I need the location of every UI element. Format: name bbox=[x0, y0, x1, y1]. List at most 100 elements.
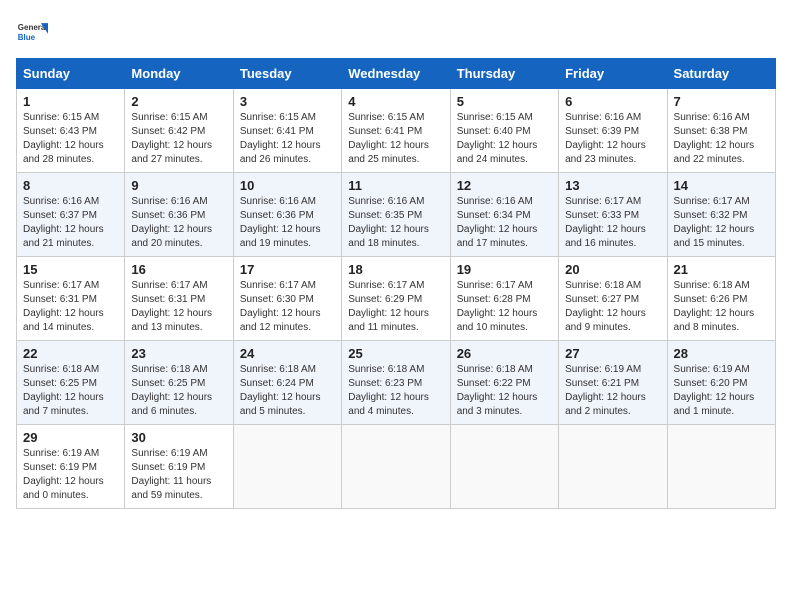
calendar-cell: 3 Sunrise: 6:15 AM Sunset: 6:41 PM Daylig… bbox=[233, 89, 341, 173]
day-info: Sunrise: 6:16 AM Sunset: 6:36 PM Dayligh… bbox=[131, 195, 226, 251]
calendar-cell: 20 Sunrise: 6:18 AM Sunset: 6:27 PM Dayli… bbox=[559, 257, 667, 341]
calendar-cell: 29 Sunrise: 6:19 AM Sunset: 6:19 PM Dayli… bbox=[17, 425, 125, 509]
calendar-week-row: 22 Sunrise: 6:18 AM Sunset: 6:25 PM Dayli… bbox=[17, 341, 776, 425]
column-header-wednesday: Wednesday bbox=[342, 59, 450, 89]
calendar-week-row: 1 Sunrise: 6:15 AM Sunset: 6:43 PM Daylig… bbox=[17, 89, 776, 173]
calendar-cell: 8 Sunrise: 6:16 AM Sunset: 6:37 PM Daylig… bbox=[17, 173, 125, 257]
day-number: 9 bbox=[131, 178, 226, 193]
calendar-cell: 16 Sunrise: 6:17 AM Sunset: 6:31 PM Dayli… bbox=[125, 257, 233, 341]
day-number: 29 bbox=[23, 430, 118, 445]
day-number: 5 bbox=[457, 94, 552, 109]
calendar-cell bbox=[342, 425, 450, 509]
day-number: 1 bbox=[23, 94, 118, 109]
day-number: 18 bbox=[348, 262, 443, 277]
day-info: Sunrise: 6:19 AM Sunset: 6:19 PM Dayligh… bbox=[23, 447, 118, 503]
day-info: Sunrise: 6:17 AM Sunset: 6:29 PM Dayligh… bbox=[348, 279, 443, 335]
calendar-cell: 5 Sunrise: 6:15 AM Sunset: 6:40 PM Daylig… bbox=[450, 89, 558, 173]
column-header-monday: Monday bbox=[125, 59, 233, 89]
day-info: Sunrise: 6:18 AM Sunset: 6:27 PM Dayligh… bbox=[565, 279, 660, 335]
day-info: Sunrise: 6:19 AM Sunset: 6:19 PM Dayligh… bbox=[131, 447, 226, 503]
calendar-week-row: 15 Sunrise: 6:17 AM Sunset: 6:31 PM Dayli… bbox=[17, 257, 776, 341]
day-number: 16 bbox=[131, 262, 226, 277]
day-number: 13 bbox=[565, 178, 660, 193]
day-number: 30 bbox=[131, 430, 226, 445]
day-number: 15 bbox=[23, 262, 118, 277]
svg-text:Blue: Blue bbox=[18, 33, 36, 42]
calendar-cell: 14 Sunrise: 6:17 AM Sunset: 6:32 PM Dayli… bbox=[667, 173, 775, 257]
calendar-cell: 28 Sunrise: 6:19 AM Sunset: 6:20 PM Dayli… bbox=[667, 341, 775, 425]
day-info: Sunrise: 6:17 AM Sunset: 6:28 PM Dayligh… bbox=[457, 279, 552, 335]
day-number: 28 bbox=[674, 346, 769, 361]
calendar-cell: 4Sunrise: 6:15 AM Sunset: 6:41 PM Daylig… bbox=[342, 89, 450, 173]
calendar-cell: 6 Sunrise: 6:16 AM Sunset: 6:39 PM Daylig… bbox=[559, 89, 667, 173]
day-info: Sunrise: 6:16 AM Sunset: 6:35 PM Dayligh… bbox=[348, 195, 443, 251]
day-info: Sunrise: 6:16 AM Sunset: 6:38 PM Dayligh… bbox=[674, 111, 769, 167]
day-number: 22 bbox=[23, 346, 118, 361]
calendar-cell: 22Sunrise: 6:18 AM Sunset: 6:25 PM Dayli… bbox=[17, 341, 125, 425]
day-number: 25 bbox=[348, 346, 443, 361]
calendar-cell: 21 Sunrise: 6:18 AM Sunset: 6:26 PM Dayli… bbox=[667, 257, 775, 341]
day-info: Sunrise: 6:19 AM Sunset: 6:21 PM Dayligh… bbox=[565, 363, 660, 419]
calendar-cell: 2Sunrise: 6:15 AM Sunset: 6:42 PM Daylig… bbox=[125, 89, 233, 173]
column-header-tuesday: Tuesday bbox=[233, 59, 341, 89]
day-number: 3 bbox=[240, 94, 335, 109]
day-info: Sunrise: 6:15 AM Sunset: 6:40 PM Dayligh… bbox=[457, 111, 552, 167]
day-info: Sunrise: 6:18 AM Sunset: 6:26 PM Dayligh… bbox=[674, 279, 769, 335]
day-number: 12 bbox=[457, 178, 552, 193]
logo-icon: General Blue bbox=[16, 16, 48, 48]
day-info: Sunrise: 6:15 AM Sunset: 6:42 PM Dayligh… bbox=[131, 111, 226, 167]
day-info: Sunrise: 6:17 AM Sunset: 6:33 PM Dayligh… bbox=[565, 195, 660, 251]
column-header-saturday: Saturday bbox=[667, 59, 775, 89]
day-info: Sunrise: 6:16 AM Sunset: 6:39 PM Dayligh… bbox=[565, 111, 660, 167]
day-info: Sunrise: 6:18 AM Sunset: 6:23 PM Dayligh… bbox=[348, 363, 443, 419]
day-number: 8 bbox=[23, 178, 118, 193]
calendar-cell: 18 Sunrise: 6:17 AM Sunset: 6:29 PM Dayli… bbox=[342, 257, 450, 341]
calendar-table: SundayMondayTuesdayWednesdayThursdayFrid… bbox=[16, 58, 776, 509]
calendar-cell: 12 Sunrise: 6:16 AM Sunset: 6:34 PM Dayli… bbox=[450, 173, 558, 257]
day-number: 14 bbox=[674, 178, 769, 193]
logo: General Blue bbox=[16, 16, 52, 48]
day-info: Sunrise: 6:17 AM Sunset: 6:32 PM Dayligh… bbox=[674, 195, 769, 251]
column-header-sunday: Sunday bbox=[17, 59, 125, 89]
day-info: Sunrise: 6:17 AM Sunset: 6:30 PM Dayligh… bbox=[240, 279, 335, 335]
day-info: Sunrise: 6:18 AM Sunset: 6:22 PM Dayligh… bbox=[457, 363, 552, 419]
calendar-cell: 15 Sunrise: 6:17 AM Sunset: 6:31 PM Dayli… bbox=[17, 257, 125, 341]
day-number: 17 bbox=[240, 262, 335, 277]
calendar-cell bbox=[667, 425, 775, 509]
day-number: 11 bbox=[348, 178, 443, 193]
column-header-thursday: Thursday bbox=[450, 59, 558, 89]
day-number: 27 bbox=[565, 346, 660, 361]
day-info: Sunrise: 6:16 AM Sunset: 6:37 PM Dayligh… bbox=[23, 195, 118, 251]
day-info: Sunrise: 6:18 AM Sunset: 6:24 PM Dayligh… bbox=[240, 363, 335, 419]
calendar-cell: 11 Sunrise: 6:16 AM Sunset: 6:35 PM Dayli… bbox=[342, 173, 450, 257]
calendar-cell: 10Sunrise: 6:16 AM Sunset: 6:36 PM Dayli… bbox=[233, 173, 341, 257]
day-info: Sunrise: 6:16 AM Sunset: 6:36 PM Dayligh… bbox=[240, 195, 335, 251]
day-number: 19 bbox=[457, 262, 552, 277]
calendar-cell: 26 Sunrise: 6:18 AM Sunset: 6:22 PM Dayli… bbox=[450, 341, 558, 425]
day-info: Sunrise: 6:16 AM Sunset: 6:34 PM Dayligh… bbox=[457, 195, 552, 251]
day-info: Sunrise: 6:19 AM Sunset: 6:20 PM Dayligh… bbox=[674, 363, 769, 419]
calendar-header-row: SundayMondayTuesdayWednesdayThursdayFrid… bbox=[17, 59, 776, 89]
day-number: 6 bbox=[565, 94, 660, 109]
calendar-cell: 17 Sunrise: 6:17 AM Sunset: 6:30 PM Dayli… bbox=[233, 257, 341, 341]
column-header-friday: Friday bbox=[559, 59, 667, 89]
page-header: General Blue bbox=[16, 16, 776, 48]
day-number: 26 bbox=[457, 346, 552, 361]
day-info: Sunrise: 6:17 AM Sunset: 6:31 PM Dayligh… bbox=[23, 279, 118, 335]
day-info: Sunrise: 6:15 AM Sunset: 6:41 PM Dayligh… bbox=[240, 111, 335, 167]
calendar-cell: 24Sunrise: 6:18 AM Sunset: 6:24 PM Dayli… bbox=[233, 341, 341, 425]
day-info: Sunrise: 6:15 AM Sunset: 6:41 PM Dayligh… bbox=[348, 111, 443, 167]
calendar-week-row: 8 Sunrise: 6:16 AM Sunset: 6:37 PM Daylig… bbox=[17, 173, 776, 257]
day-info: Sunrise: 6:18 AM Sunset: 6:25 PM Dayligh… bbox=[131, 363, 226, 419]
calendar-cell: 13 Sunrise: 6:17 AM Sunset: 6:33 PM Dayli… bbox=[559, 173, 667, 257]
day-info: Sunrise: 6:15 AM Sunset: 6:43 PM Dayligh… bbox=[23, 111, 118, 167]
calendar-cell bbox=[559, 425, 667, 509]
calendar-cell bbox=[233, 425, 341, 509]
calendar-cell: 7 Sunrise: 6:16 AM Sunset: 6:38 PM Daylig… bbox=[667, 89, 775, 173]
day-number: 20 bbox=[565, 262, 660, 277]
day-number: 23 bbox=[131, 346, 226, 361]
day-number: 7 bbox=[674, 94, 769, 109]
calendar-cell: 25 Sunrise: 6:18 AM Sunset: 6:23 PM Dayli… bbox=[342, 341, 450, 425]
day-info: Sunrise: 6:17 AM Sunset: 6:31 PM Dayligh… bbox=[131, 279, 226, 335]
day-number: 21 bbox=[674, 262, 769, 277]
